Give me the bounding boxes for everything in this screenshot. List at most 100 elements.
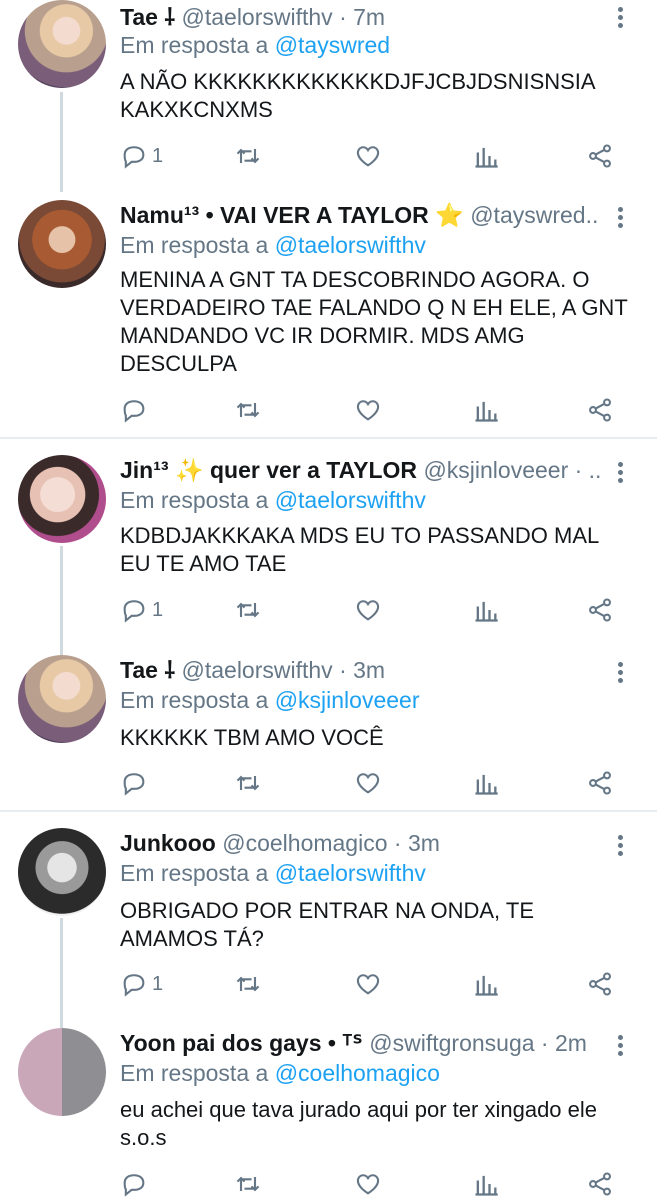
retweet-button[interactable] [234,394,262,426]
share-button[interactable] [586,140,614,172]
timestamp[interactable]: 7m [353,4,385,30]
share-button[interactable] [586,767,614,799]
tweet-header: Namu¹³ • VAI VER A TAYLOR ⭐ @tayswred... [120,200,600,230]
handle[interactable]: @ksjinloveeer · ... [423,457,600,483]
share-icon [589,972,611,996]
heart-icon [356,974,380,995]
tweet-text: eu achei que tava jurado aqui por ter xi… [120,1097,598,1150]
avatar[interactable] [18,828,106,916]
like-button[interactable] [354,394,382,426]
avatar[interactable] [18,200,106,288]
retweet-button[interactable] [234,594,262,626]
analytics-button[interactable] [472,140,500,172]
reply-icon [123,400,145,423]
more-vertical-icon[interactable] [608,1032,632,1062]
more-vertical-icon[interactable] [608,204,632,234]
display-name[interactable]: Yoon pai dos gays • ᵀᔆ [120,1030,363,1056]
reply-context: Em resposta a @taelorswifthv [120,485,426,515]
retweet-icon [236,148,260,164]
reply-context: Em resposta a @ksjinloveeer [120,685,419,715]
like-button[interactable] [354,1168,382,1200]
analytics-button[interactable] [472,394,500,426]
share-button[interactable] [586,594,614,626]
timestamp[interactable]: 3m [353,657,385,683]
more-vertical-icon[interactable] [608,832,632,862]
like-button[interactable] [354,140,382,172]
analytics-button[interactable] [472,968,500,1000]
reply-button[interactable]: 1 [120,968,163,1000]
timestamp[interactable]: 2m [555,1030,587,1056]
like-button[interactable] [354,594,382,626]
more-vertical-icon[interactable] [608,459,632,489]
analytics-button[interactable] [472,1168,500,1200]
tweet[interactable]: Jin¹³ ✨ quer ver a TAYLOR @ksjinloveeer … [0,455,657,645]
analytics-button[interactable] [472,767,500,799]
mention-link[interactable]: @tayswred [275,32,390,58]
mention-link[interactable]: @ksjinloveeer [275,687,420,713]
reply-button[interactable]: 1 [120,140,163,172]
analytics-button[interactable] [472,594,500,626]
retweet-button[interactable] [234,968,262,1000]
analytics-icon [475,147,498,168]
tweet[interactable]: Namu¹³ • VAI VER A TAYLOR ⭐ @tayswred...… [0,200,657,430]
avatar[interactable] [18,655,106,743]
tweet-text: MENINA A GNT TA DESCOBRINDO AGORA. O VER… [120,267,628,376]
heart-icon [356,146,380,167]
handle[interactable]: @swiftgronsuga [369,1030,534,1056]
display-name[interactable]: Namu¹³ • VAI VER A TAYLOR ⭐ [120,202,464,228]
share-button[interactable] [586,1168,614,1200]
reply-context: Em resposta a @tayswred [120,30,390,60]
more-vertical-icon[interactable] [608,4,632,34]
reply-button[interactable] [120,1168,152,1200]
heart-icon [356,400,380,421]
like-button[interactable] [354,968,382,1000]
reply-button[interactable]: 1 [120,594,163,626]
handle[interactable]: @taelorswifthv [182,657,333,683]
reply-button[interactable] [120,394,152,426]
like-button[interactable] [354,767,382,799]
retweet-button[interactable] [234,1168,262,1200]
display-name[interactable]: Junkooo [120,830,216,856]
tweet-header: Tae ⸸ @taelorswifthv · 3m [120,655,600,685]
action-bar: 1 [120,968,620,1000]
timestamp[interactable]: 3m [408,830,440,856]
share-button[interactable] [586,968,614,1000]
retweet-button[interactable] [234,140,262,172]
more-vertical-icon[interactable] [608,659,632,689]
tweet[interactable]: Yoon pai dos gays • ᵀᔆ @swiftgronsuga · … [0,1028,657,1200]
handle[interactable]: @taelorswifthv [182,4,333,30]
display-name[interactable]: Jin¹³ ✨ quer ver a TAYLOR [120,457,417,483]
mention-link[interactable]: @taelorswifthv [275,487,426,513]
reply-label: Em resposta a [120,487,269,513]
retweet-button[interactable] [234,767,262,799]
display-name[interactable]: Tae ⸸ [120,657,175,683]
mention-link[interactable]: @taelorswifthv [275,232,426,258]
reply-icon [123,146,145,169]
handle[interactable]: @tayswred... [470,202,600,228]
tweet-text: KDBDJAKKKAKA MDS EU TO PASSANDO MAL EU T… [120,523,599,576]
reply-context: Em resposta a @taelorswifthv [120,858,426,888]
mention-link[interactable]: @taelorswifthv [275,860,426,886]
reply-label: Em resposta a [120,687,269,713]
share-icon [589,398,611,422]
avatar[interactable] [18,455,106,543]
share-button[interactable] [586,394,614,426]
separator-dot: · [540,1030,549,1056]
reply-context: Em resposta a @coelhomagico [120,1058,440,1088]
mention-link[interactable]: @coelhomagico [275,1060,440,1086]
heart-icon [356,1174,380,1195]
reply-icon [123,1174,145,1197]
tweet[interactable]: Tae ⸸ @taelorswifthv · 3m Em resposta a … [0,655,657,805]
avatar[interactable] [18,0,106,88]
tweet[interactable]: Tae ⸸ @taelorswifthv · 7m Em resposta a … [0,0,657,190]
display-name[interactable]: Tae ⸸ [120,4,175,30]
divider [0,810,657,812]
analytics-icon [475,401,498,422]
tweet[interactable]: Junkooo @coelhomagico · 3m Em resposta a… [0,828,657,1018]
reply-button[interactable] [120,767,152,799]
heart-icon [356,600,380,621]
tweet-header: Tae ⸸ @taelorswifthv · 7m [120,2,600,32]
avatar[interactable] [18,1028,106,1116]
reply-context: Em resposta a @taelorswifthv [120,230,426,260]
handle[interactable]: @coelhomagico [222,830,387,856]
